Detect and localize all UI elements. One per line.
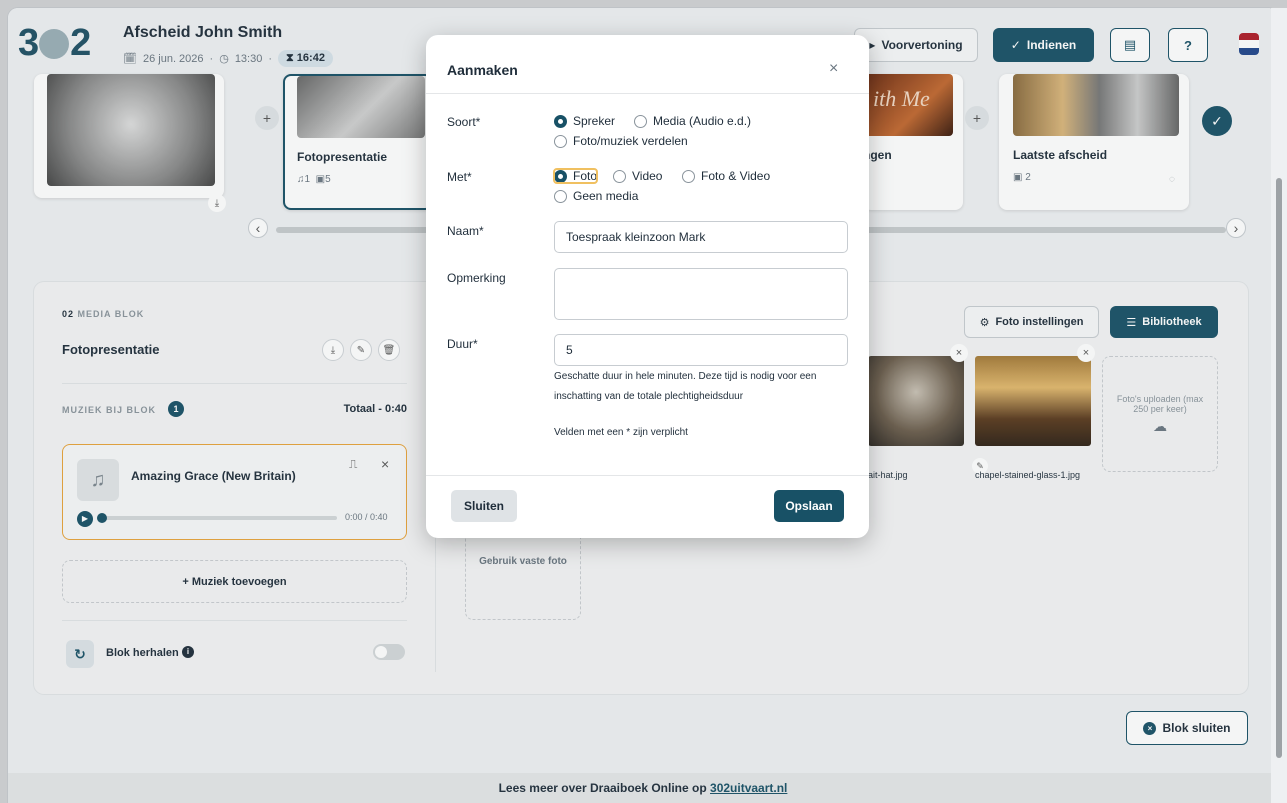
radio-label: Foto & Video [701,169,771,183]
radio-icon [634,114,647,128]
radio-icon [554,134,567,148]
cancel-button[interactable]: Sluiten [451,490,517,522]
radio-icon [682,169,695,183]
duur-help-text: Geschatte duur in hele minuten. Deze tij… [554,371,817,402]
radio-foto-video[interactable]: Foto & Video [682,169,770,183]
radio-media[interactable]: Media (Audio e.d.) [634,114,751,128]
radio-label: Foto/muziek verdelen [573,134,688,148]
page-scrollbar[interactable] [1271,8,1287,803]
radio-icon [554,189,567,203]
radio-spreker[interactable]: Spreker [554,114,615,128]
divider [426,93,869,94]
radio-label: Media (Audio e.d.) [653,114,752,128]
save-button[interactable]: Opslaan [774,490,844,522]
close-icon[interactable]: × [829,60,838,78]
duur-label: Duur* [447,337,478,351]
radio-icon [613,169,626,183]
opmerking-textarea[interactable] [554,268,848,320]
dialog-title: Aanmaken [447,62,518,78]
radio-geen-media[interactable]: Geen media [554,189,638,203]
radio-foto[interactable]: Foto [552,168,599,184]
radio-label: Foto [573,169,598,183]
required-note: Velden met een * zijn verplicht [554,427,688,438]
radio-foto-muziek-verdelen[interactable]: Foto/muziek verdelen [554,134,688,148]
naam-label: Naam* [447,224,484,238]
radio-video[interactable]: Video [613,169,662,183]
radio-label: Video [632,169,663,183]
divider [426,475,869,476]
met-label: Met* [447,170,472,184]
radio-label: Geen media [573,189,639,203]
radio-label: Spreker [573,114,616,128]
soort-label: Soort* [447,115,481,129]
opmerking-label: Opmerking [447,271,506,285]
radio-icon [554,169,567,183]
duur-input[interactable]: 5 [554,334,848,366]
app-window: 32 Afscheid John Smith 🗓 26 jun. 2026 · … [8,8,1278,803]
create-dialog: Aanmaken × Soort* Spreker Media (Audio e… [426,35,869,538]
scrollbar-thumb[interactable] [1276,178,1282,758]
radio-icon [554,114,567,128]
naam-input[interactable]: Toespraak kleinzoon Mark [554,221,848,253]
